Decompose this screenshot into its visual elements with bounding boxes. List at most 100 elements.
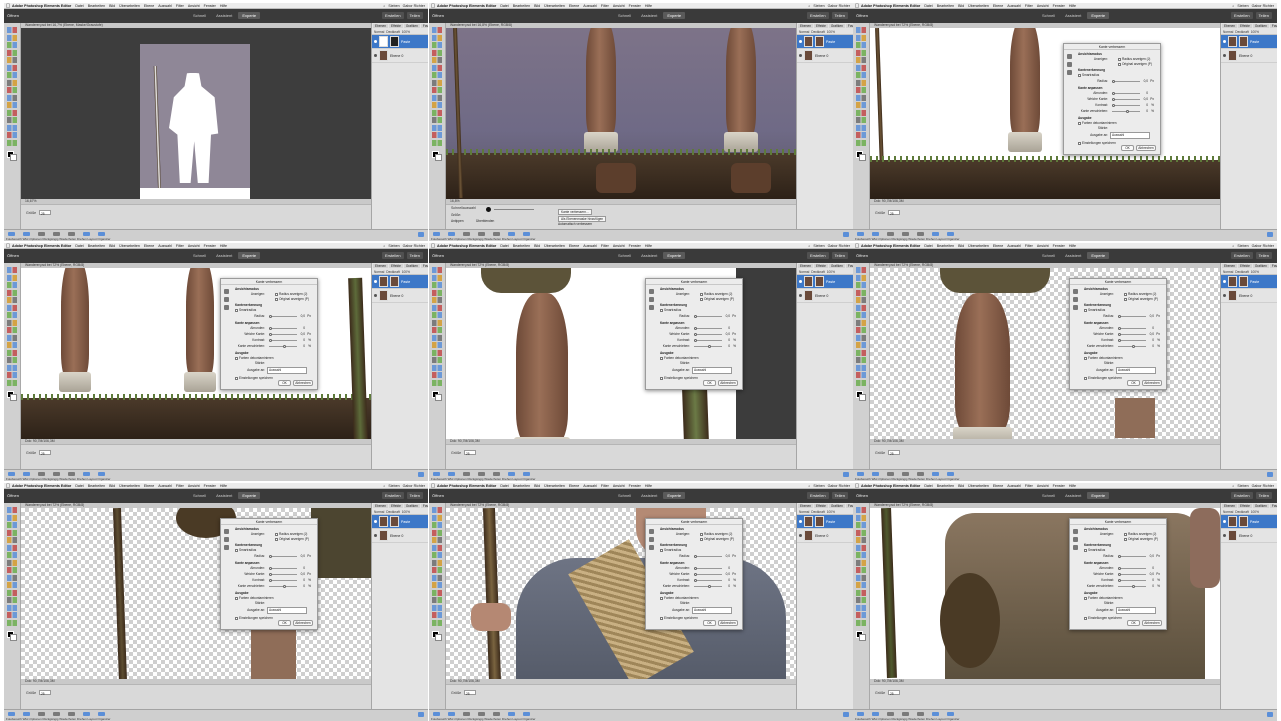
tool-icon[interactable]: [856, 319, 866, 326]
tool-icon[interactable]: [432, 57, 442, 63]
visibility-eye-icon[interactable]: [799, 54, 802, 57]
hand-icon[interactable]: [1073, 297, 1078, 302]
visibility-eye-icon[interactable]: [799, 520, 802, 523]
menu-item-4[interactable]: Überarbeiten: [968, 4, 989, 8]
slider-knob[interactable]: [1118, 567, 1121, 570]
output-select[interactable]: Auswahl: [267, 607, 307, 614]
menubar-right-item-1[interactable]: Gabor Richter: [828, 484, 850, 488]
brush-size-input[interactable]: 25: [39, 690, 51, 696]
tool-icon[interactable]: [432, 42, 442, 48]
organizer-icon[interactable]: [947, 712, 954, 716]
layer-tool-2[interactable]: 100%: [402, 510, 410, 514]
tool-icon[interactable]: [856, 334, 866, 341]
dialog-slider[interactable]: [269, 315, 297, 318]
panel-tab-1[interactable]: Effekte: [1238, 24, 1252, 28]
layer-mask-thumbnail[interactable]: [1239, 516, 1248, 527]
undo-icon[interactable]: [463, 712, 470, 716]
brush-size-input[interactable]: 25: [39, 210, 51, 216]
mode-tab-0[interactable]: Schnell: [614, 12, 635, 19]
layer-mask-thumbnail[interactable]: [815, 276, 824, 287]
zoom-icon[interactable]: [1073, 289, 1078, 294]
slider-knob[interactable]: [1118, 315, 1121, 318]
dialog-value[interactable]: 0: [1152, 344, 1154, 349]
layer-tool-1[interactable]: Deckkraft: [386, 270, 399, 274]
mode-tab-1[interactable]: Assistent: [212, 252, 236, 259]
dialog-value[interactable]: 0,0: [1150, 332, 1154, 337]
checkbox[interactable]: [1078, 121, 1081, 125]
layer-tool-1[interactable]: Deckkraft: [1235, 30, 1248, 34]
layer-tool-2[interactable]: 100%: [827, 270, 835, 274]
photo-bin-icon[interactable]: [433, 472, 440, 476]
layer-tool-1[interactable]: Deckkraft: [386, 30, 399, 34]
checkbox[interactable]: [700, 532, 703, 536]
tool-icon[interactable]: [856, 57, 866, 63]
zoom-icon[interactable]: [224, 289, 229, 294]
dialog-value[interactable]: 0,0: [1144, 97, 1148, 102]
visibility-eye-icon[interactable]: [1223, 534, 1226, 537]
menu-item-4[interactable]: Überarbeiten: [119, 484, 140, 488]
tool-icon[interactable]: [7, 124, 17, 131]
tool-icon[interactable]: [432, 597, 442, 603]
tool-icon[interactable]: [856, 267, 866, 273]
menu-item-0[interactable]: Adobe Photoshop Elements Editor: [12, 484, 71, 488]
layer-row[interactable]: Paste: [1221, 515, 1277, 529]
tool-icon[interactable]: [7, 559, 17, 566]
tool-options-icon[interactable]: [23, 472, 30, 476]
tool-icon[interactable]: [432, 267, 442, 273]
menu-item-9[interactable]: Fenster: [1053, 484, 1065, 488]
slider-knob[interactable]: [694, 339, 697, 342]
panel-tab-3[interactable]: Favoriten: [420, 264, 428, 268]
organizer-icon[interactable]: [98, 232, 105, 236]
redo-icon[interactable]: [53, 232, 60, 236]
ok-button[interactable]: OK: [278, 620, 291, 626]
background-color-swatch[interactable]: [10, 394, 17, 401]
rotate-icon[interactable]: [493, 712, 500, 716]
tool-icon[interactable]: [432, 567, 442, 573]
tool-icon[interactable]: [432, 559, 442, 566]
tool-icon[interactable]: [7, 379, 17, 386]
menu-item-3[interactable]: Bild: [109, 484, 115, 488]
document-canvas[interactable]: Kante verbessern Ansichtsmodus Anzeigen: Ra…: [870, 28, 1220, 199]
tool-icon[interactable]: [432, 327, 442, 333]
menubar-right-item-0[interactable]: Sieben: [813, 484, 824, 488]
menu-item-3[interactable]: Bild: [109, 244, 115, 248]
layer-mask-thumbnail[interactable]: [1239, 276, 1248, 287]
tool-icon[interactable]: [7, 102, 17, 108]
menu-item-7[interactable]: Filter: [176, 4, 184, 8]
layer-tool-2[interactable]: 100%: [1251, 30, 1259, 34]
tool-icon[interactable]: [7, 42, 17, 48]
tool-icon[interactable]: [7, 132, 17, 138]
layer-mask-thumbnail[interactable]: [815, 36, 824, 47]
action-button-1[interactable]: Teilen: [1255, 12, 1272, 19]
dialog-value[interactable]: 0: [1152, 566, 1154, 571]
tool-icon[interactable]: [856, 132, 866, 138]
action-button-0[interactable]: Erstellen: [1230, 12, 1253, 19]
hand-icon[interactable]: [649, 537, 654, 542]
tool-icon[interactable]: [856, 327, 866, 333]
dialog-slider[interactable]: [694, 567, 722, 570]
menu-item-7[interactable]: Filter: [176, 244, 184, 248]
action-button-1[interactable]: Teilen: [1255, 252, 1272, 259]
menu-item-2[interactable]: Bearbeiten: [937, 244, 954, 248]
layer-row[interactable]: Paste: [797, 275, 853, 289]
dialog-value[interactable]: 0,0: [1150, 572, 1154, 577]
redo-icon[interactable]: [478, 712, 485, 716]
menu-item-4[interactable]: Überarbeiten: [119, 4, 140, 8]
dialog-value[interactable]: 0: [728, 344, 730, 349]
tool-icon[interactable]: [432, 319, 442, 326]
tool-options-icon[interactable]: [872, 232, 879, 236]
checkbox[interactable]: [235, 616, 238, 620]
slider-knob[interactable]: [269, 333, 272, 336]
panel-tab-1[interactable]: Effekte: [389, 264, 403, 268]
cancel-button[interactable]: Abbrechen: [1136, 145, 1156, 151]
tool-icon[interactable]: [856, 537, 866, 543]
zoom-icon[interactable]: [224, 529, 229, 534]
undo-icon[interactable]: [463, 472, 470, 476]
slider-knob[interactable]: [269, 573, 272, 576]
ok-button[interactable]: OK: [1127, 380, 1140, 386]
layer-tool-1[interactable]: Deckkraft: [811, 270, 824, 274]
panel-tab-1[interactable]: Effekte: [1238, 264, 1252, 268]
output-select[interactable]: Auswahl: [1116, 367, 1156, 374]
slider-knob[interactable]: [694, 579, 697, 582]
mode-tab-1[interactable]: Assistent: [1061, 252, 1085, 259]
